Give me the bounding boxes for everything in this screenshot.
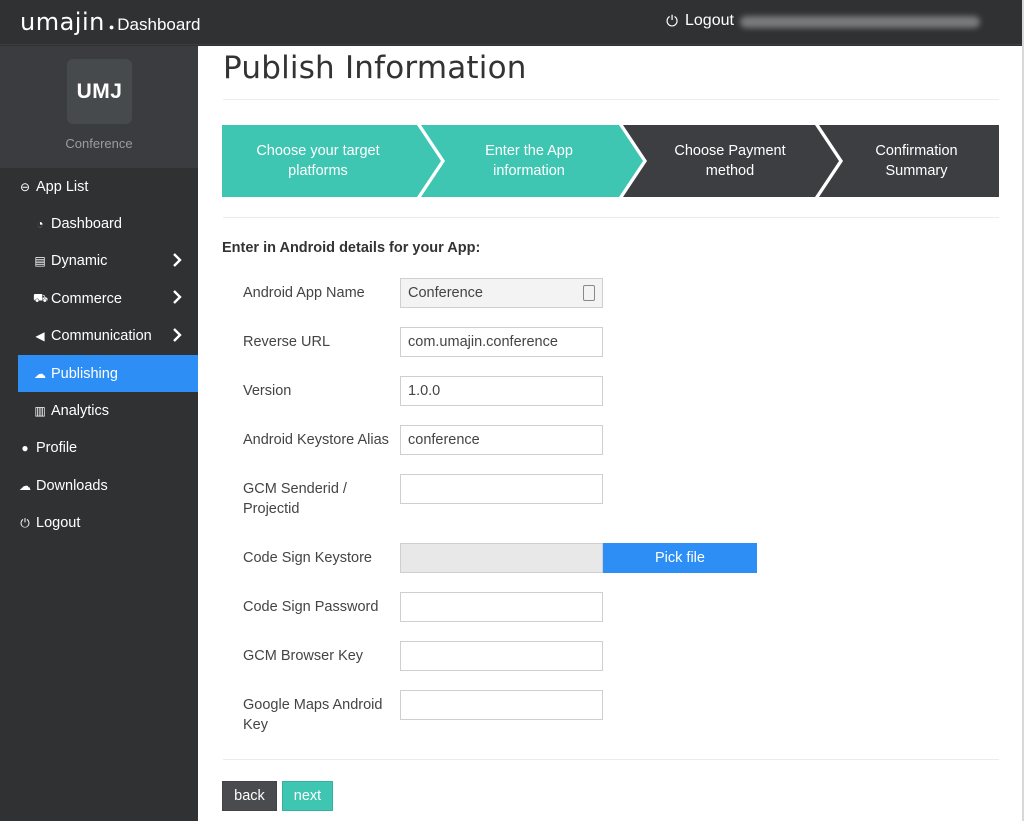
top-bar: umajin ● Dashboard ⏻ Logout (0, 0, 1024, 45)
gcm-senderid-label: GCM Senderid / Projectid (243, 479, 393, 519)
wizard-step-line: Choose Payment (674, 143, 786, 159)
pick-file-button[interactable]: Pick file (603, 543, 757, 573)
section-title: Enter in Android details for your App: (222, 240, 481, 256)
keystore-file-display (400, 543, 603, 573)
keystore-alias-input[interactable] (400, 425, 603, 455)
archive-icon: ▤ (34, 254, 46, 269)
top-logout-link[interactable]: ⏻ Logout (664, 12, 734, 30)
main-content: Publish Information Choose your target pl… (198, 46, 1024, 821)
sidebar: UMJ Conference ⊖ App List ◔ Dashboard ▤ … (0, 46, 198, 821)
back-button[interactable]: back (222, 781, 277, 811)
wizard-steps: Choose your target platforms Enter the Ap… (222, 125, 999, 197)
chevron-right-icon (173, 290, 182, 305)
sidebar-item-logout[interactable]: ⏻ Logout (0, 505, 198, 542)
sidebar-item-publishing[interactable]: ☁ Publishing (18, 354, 198, 393)
power-icon: ⏻ (666, 12, 678, 30)
app-name-label: Conference (65, 136, 133, 151)
wizard-step-app-information[interactable]: Enter the App information (434, 125, 624, 197)
sidebar-item-label: Communication (51, 328, 152, 345)
label-line: Key (243, 717, 268, 733)
wizard-step-line: Summary (885, 163, 948, 179)
sidebar-item-communication[interactable]: ◀ Communication (0, 318, 198, 355)
sidebar-item-app-list[interactable]: ⊖ App List (0, 168, 198, 205)
next-button[interactable]: next (282, 781, 333, 811)
version-input[interactable] (400, 376, 603, 406)
user-icon: ● (21, 441, 29, 456)
form-divider (223, 759, 999, 760)
sidebar-item-label: Commerce (51, 290, 122, 307)
sidebar-nav: ⊖ App List ◔ Dashboard ▤ Dynamic ⛟ Comme… (0, 168, 198, 542)
code-sign-password-input[interactable] (400, 592, 603, 622)
wizard-step-line: information (493, 163, 565, 179)
brand-logo[interactable]: umajin ● Dashboard (20, 8, 200, 36)
sidebar-item-dashboard[interactable]: ◔ Dashboard (0, 205, 198, 242)
wizard-step-target-platforms[interactable]: Choose your target platforms (222, 125, 414, 197)
sidebar-item-commerce[interactable]: ⛟ Commerce (0, 280, 198, 317)
power-icon: ⏻ (20, 515, 30, 530)
sidebar-item-label: Publishing (51, 365, 118, 382)
sidebar-item-label: Dashboard (51, 216, 122, 233)
gcm-senderid-input[interactable] (400, 474, 603, 504)
sidebar-item-dynamic[interactable]: ▤ Dynamic (0, 243, 198, 280)
app-name-label: Android App Name (243, 285, 365, 301)
gcm-browser-key-label: GCM Browser Key (243, 648, 364, 664)
wizard-step-confirmation[interactable]: Confirmation Summary (834, 125, 999, 197)
wizard-step-line: Confirmation (875, 143, 958, 159)
keystore-alias-label: Android Keystore Alias (243, 432, 389, 448)
cloud-download-icon: ☁ (19, 478, 31, 493)
app-profile-block: UMJ Conference (0, 46, 198, 168)
contact-card-icon (583, 285, 595, 301)
cloud-upload-icon: ☁ (34, 366, 46, 381)
title-divider (223, 99, 999, 100)
wizard-step-line: platforms (288, 163, 348, 179)
bullhorn-icon: ◀ (35, 329, 45, 344)
sidebar-item-label: Analytics (51, 403, 110, 420)
code-sign-keystore-label: Code Sign Keystore (243, 550, 372, 566)
sidebar-item-label: Downloads (36, 477, 108, 494)
wizard-step-line: method (705, 163, 755, 179)
sidebar-item-label: Logout (36, 515, 81, 532)
label-line: Projectid (243, 501, 300, 517)
bar-chart-icon: ▥ (34, 404, 46, 419)
sidebar-item-downloads[interactable]: ☁ Downloads (0, 467, 198, 504)
wizard-step-line: Choose your target (256, 143, 380, 159)
code-sign-password-label: Code Sign Password (243, 599, 379, 615)
app-name-input[interactable] (400, 278, 603, 308)
wizard-step-line: Enter the App (485, 143, 573, 159)
arrow-circle-left-icon: ⊖ (19, 179, 31, 194)
sidebar-item-label: Dynamic (51, 253, 108, 270)
reverse-url-input[interactable] (400, 327, 603, 357)
google-maps-key-label: Google Maps Android Key (243, 695, 393, 735)
page-title: Publish Information (223, 50, 527, 86)
label-line: GCM Senderid / (243, 481, 347, 497)
chevron-right-icon (173, 327, 182, 342)
app-avatar[interactable]: UMJ (67, 59, 132, 124)
wizard-divider (223, 217, 999, 218)
google-maps-key-input[interactable] (400, 690, 603, 720)
sidebar-item-analytics[interactable]: ▥ Analytics (0, 392, 198, 429)
gcm-browser-key-input[interactable] (400, 641, 603, 671)
reverse-url-label: Reverse URL (243, 334, 331, 350)
brand-dot-icon: ● (108, 22, 115, 32)
truck-icon: ⛟ (33, 290, 49, 305)
wizard-step-payment-method[interactable]: Choose Payment method (636, 125, 824, 197)
brand-wordmark: umajin (20, 8, 105, 36)
top-logout-label: Logout (685, 12, 734, 29)
brand-subtitle: Dashboard (117, 15, 201, 34)
chevron-right-icon (173, 252, 182, 267)
sidebar-item-label: Profile (36, 440, 78, 457)
sidebar-item-profile[interactable]: ● Profile (0, 430, 198, 467)
redacted-username (740, 16, 980, 28)
version-label: Version (243, 383, 292, 399)
sidebar-item-label: App List (36, 178, 89, 195)
label-line: Google Maps Android (243, 697, 383, 713)
tachometer-icon: ◔ (36, 217, 44, 232)
